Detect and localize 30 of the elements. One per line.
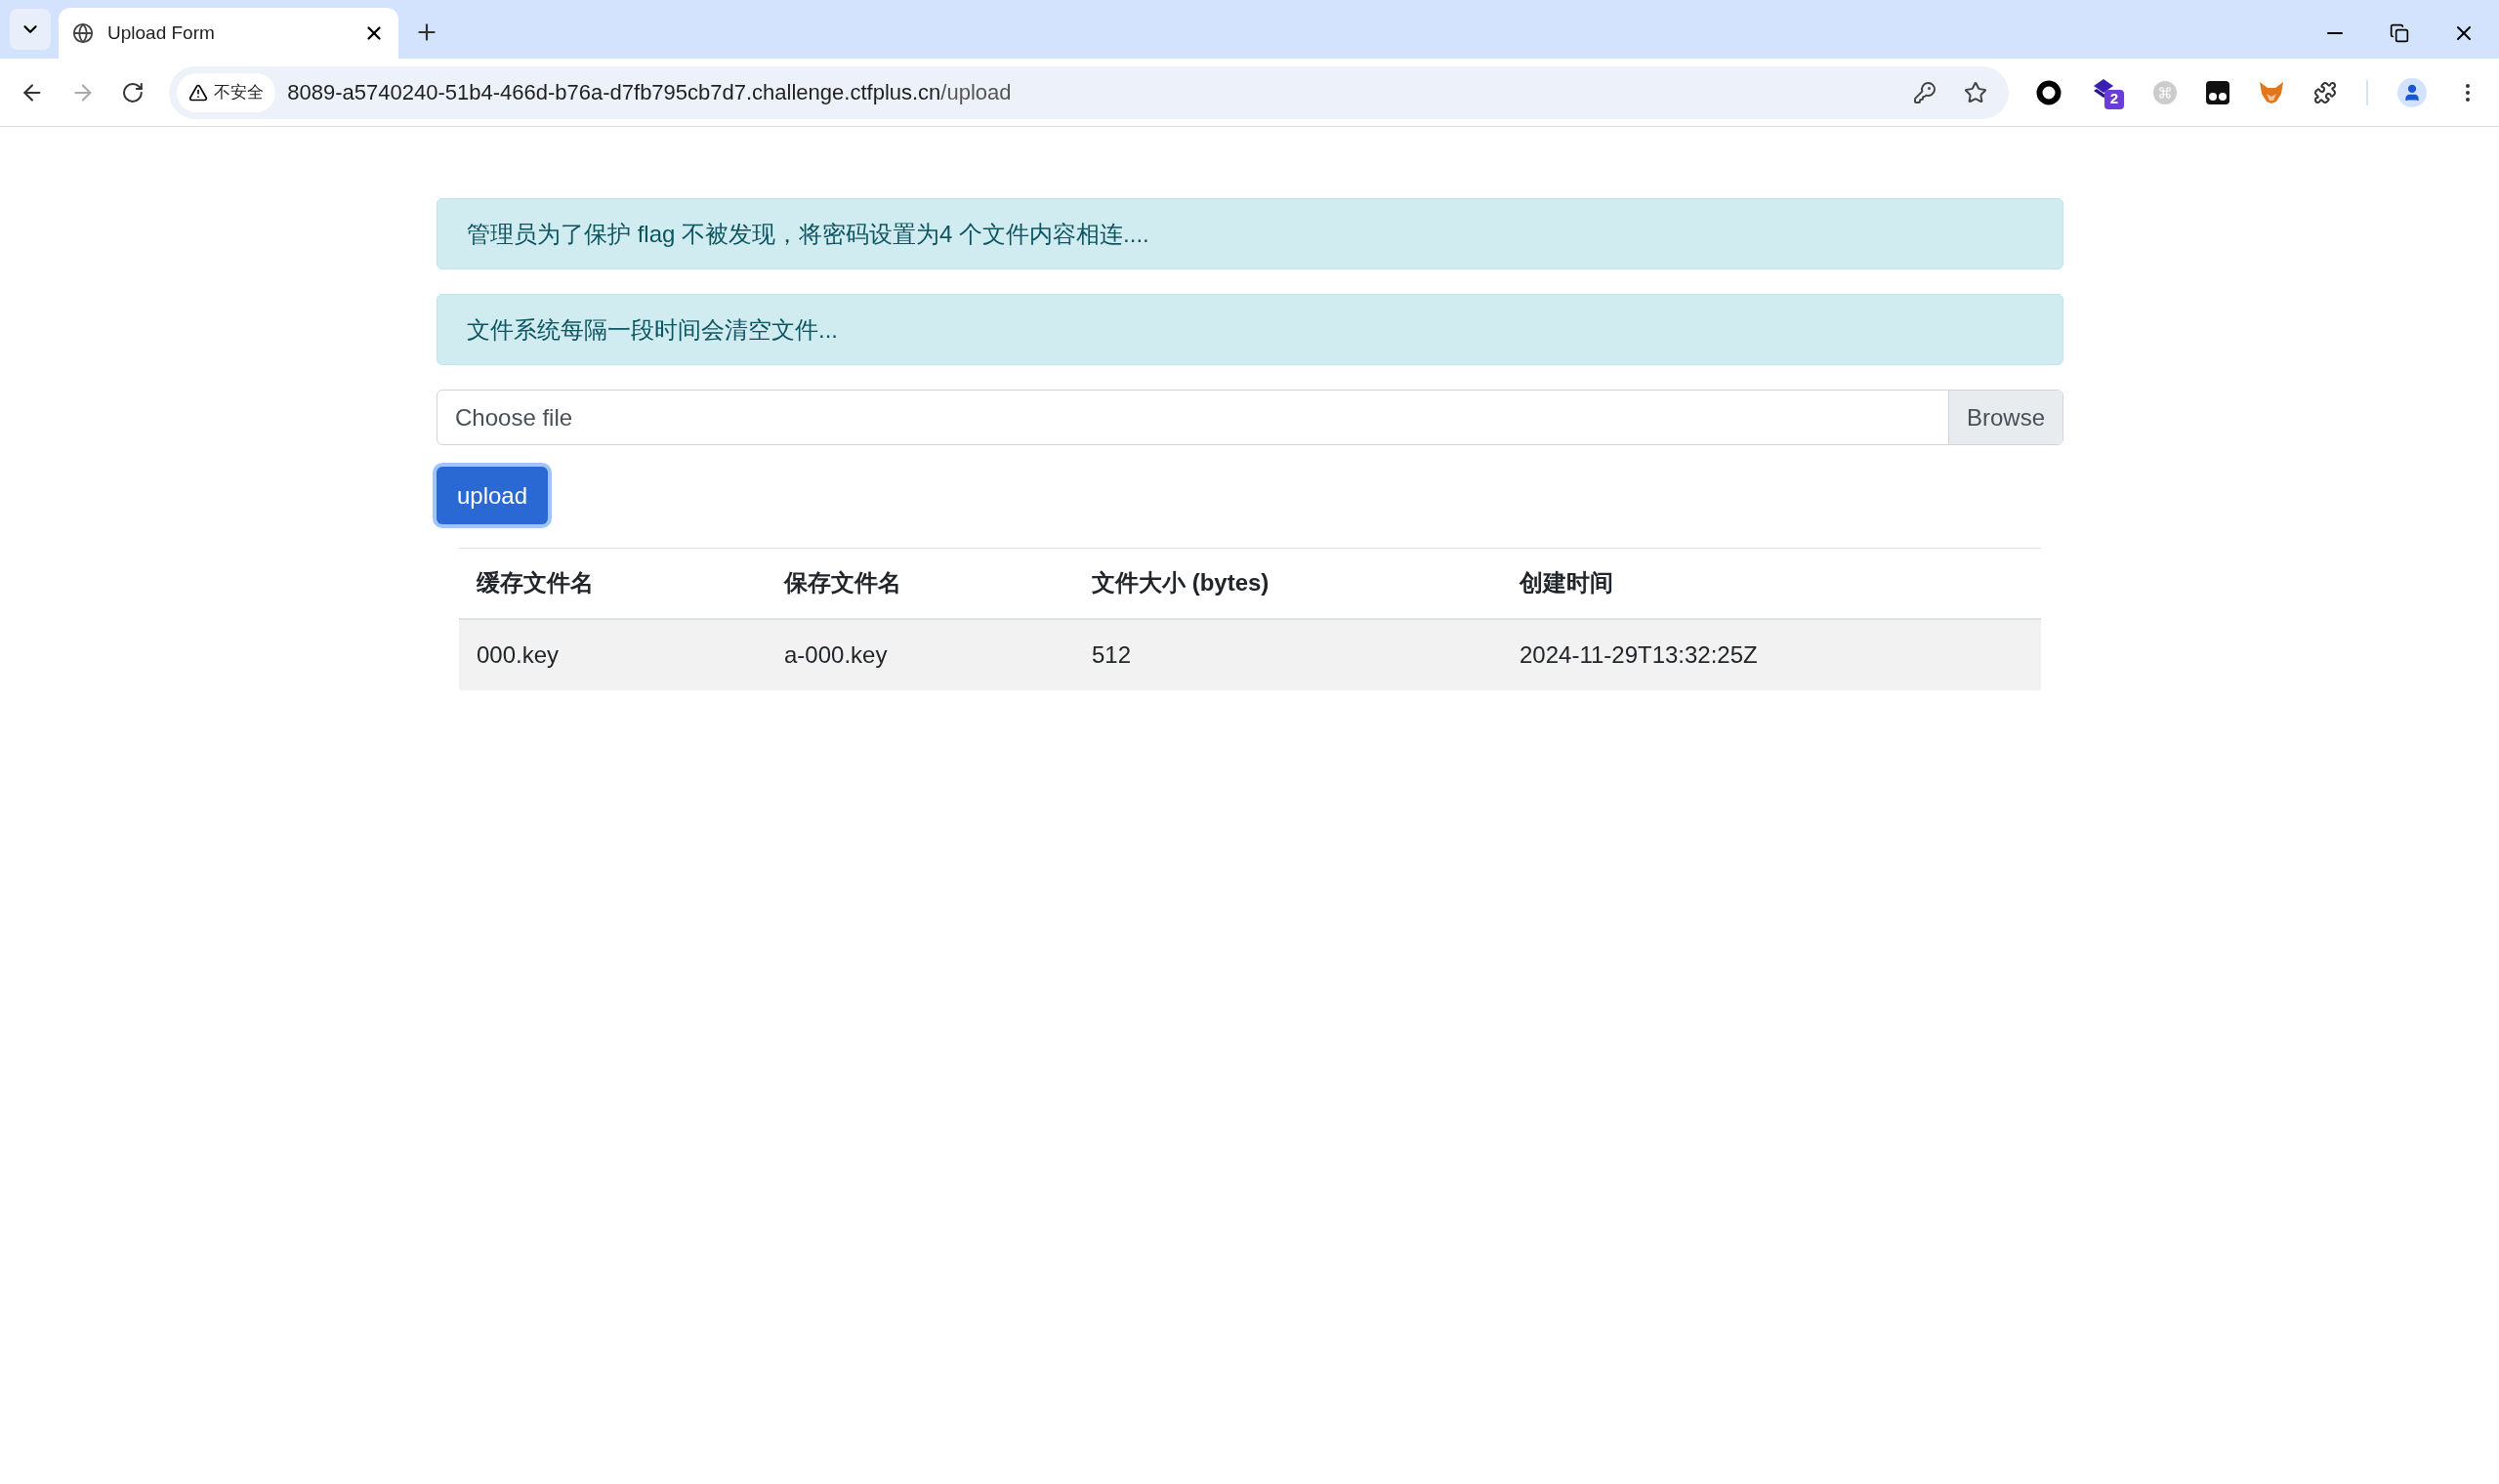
table-cell: 000.key	[459, 618, 767, 690]
column-header: 创建时间	[1502, 548, 2041, 619]
table-cell: 512	[1074, 618, 1502, 690]
browser-tab[interactable]: Upload Form	[59, 8, 398, 59]
warning-icon	[188, 82, 209, 103]
bookmark-star-icon[interactable]	[1964, 80, 1987, 104]
column-header: 缓存文件名	[459, 548, 767, 619]
file-input[interactable]: Choose file Browse	[437, 390, 2063, 445]
reload-icon[interactable]	[120, 80, 145, 104]
eyes-extension-icon[interactable]	[2206, 80, 2229, 104]
fox-icon[interactable]	[2259, 80, 2284, 104]
column-header: 保存文件名	[767, 548, 1074, 619]
info-alert: 管理员为了保护 flag 不被发现，将密码设置为4 个文件内容相连....	[437, 198, 2063, 269]
column-header: 文件大小 (bytes)	[1074, 548, 1502, 619]
address-bar[interactable]: 不安全 8089-a5740240-51b4-466d-b76a-d7fb795cb7d7.challenge.ctfplus.cn/upload	[169, 65, 2009, 119]
ring-icon[interactable]	[2036, 79, 2062, 105]
tab-search-button[interactable]	[10, 9, 51, 50]
url-text: 8089-a5740240-51b4-466d-b76a-d7fb795cb7d7.challenge.ctfplus.cn/upload	[287, 79, 1012, 106]
extensions-icon[interactable]	[2313, 80, 2337, 104]
security-chip[interactable]: 不安全	[177, 72, 276, 112]
restore-icon[interactable]	[2390, 23, 2409, 43]
key-icon[interactable]	[1913, 80, 1937, 104]
info-alert: 文件系统每隔一段时间会清空文件...	[437, 294, 2063, 365]
table-cell: 2024-11-29T13:32:25Z	[1502, 618, 2041, 690]
tab-title: Upload Form	[107, 21, 216, 45]
globe-icon	[72, 22, 94, 44]
table-cell: a-000.key	[767, 618, 1074, 690]
profile-avatar[interactable]	[2397, 77, 2427, 107]
browse-button[interactable]: Browse	[1947, 391, 2062, 444]
extension-badge: 2	[2104, 89, 2124, 109]
